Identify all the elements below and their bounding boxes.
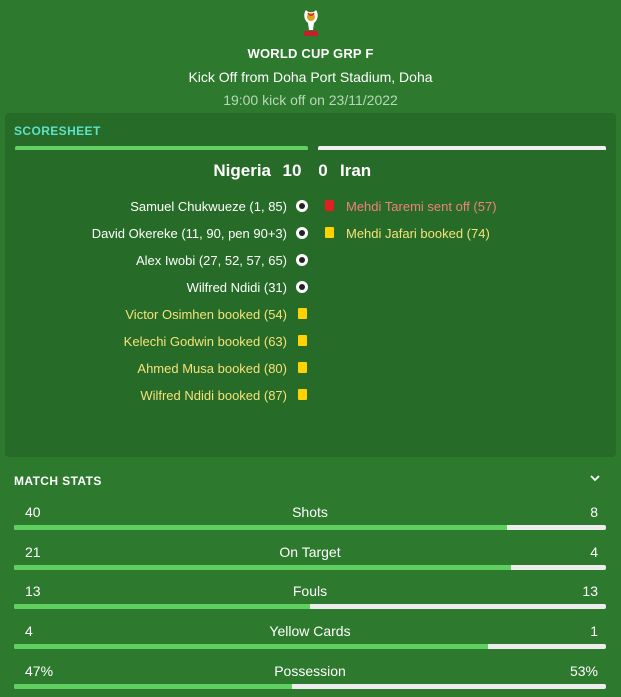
chevron-down-icon[interactable] [589,472,601,487]
event-text: Samuel Chukwueze (1, 85) [130,199,287,214]
stat-bar [14,644,606,649]
event-text: David Okereke (11, 90, pen 90+3) [91,226,287,241]
event-text: Wilfred Ndidi booked (87) [140,388,287,403]
event-text: Wilfred Ndidi (31) [186,280,287,295]
home-events-list: Samuel Chukwueze (1, 85) David Okereke (… [92,193,310,409]
away-event[interactable]: Mehdi Jafari booked (74) [323,220,497,247]
stat-bar [14,604,606,609]
home-event[interactable]: David Okereke (11, 90, pen 90+3) [92,220,310,247]
away-score: 0 [318,161,328,180]
ball-icon [296,280,310,295]
match-overview: WORLD CUP GRP F Kick Off from Doha Port … [0,0,621,697]
event-text: Mehdi Jafari booked (74) [346,226,490,241]
ball-icon [296,226,310,241]
home-event[interactable]: Alex Iwobi (27, 52, 57, 65) [92,247,310,274]
event-text: Mehdi Taremi sent off (57) [346,199,497,214]
stat-bar [14,525,606,530]
ball-icon [296,253,310,268]
stat-bar-fill [14,525,508,530]
scoresheet-title: SCORESHEET [14,124,101,138]
stat-row-shots: 40 Shots 8 [14,504,606,540]
stat-away-value: 4 [590,544,598,560]
event-text: Alex Iwobi (27, 52, 57, 65) [135,253,287,268]
world-cup-trophy-icon [304,10,318,36]
stat-row-possession: 47% Possession 53% [14,663,606,697]
scoresheet-panel: SCORESHEET Nigeria 10 0 Iran Samuel Chuk… [5,113,616,457]
stat-away-value: 13 [582,583,598,599]
away-team-name[interactable]: Iran [340,161,371,181]
venue-text: Kick Off from Doha Port Stadium, Doha [188,69,433,85]
yellow-card-icon [296,361,310,376]
stat-bar-fill [14,644,488,649]
match-stats-title: MATCH STATS [14,474,102,488]
stat-bar-fill [14,684,293,689]
stat-row-fouls: 13 Fouls 13 [14,583,606,619]
home-team-name[interactable]: Nigeria [213,161,271,181]
event-text: Kelechi Godwin booked (63) [123,334,287,349]
home-team-color-bar [15,146,308,150]
stat-label: Fouls [292,583,328,599]
ball-icon [296,199,310,214]
event-text: Ahmed Musa booked (80) [137,361,287,376]
event-text: Victor Osimhen booked (54) [125,307,287,322]
stat-label: Possession [274,663,346,679]
home-event[interactable]: Wilfred Ndidi (31) [92,274,310,301]
home-event[interactable]: Wilfred Ndidi booked (87) [92,382,310,409]
home-event[interactable]: Ahmed Musa booked (80) [92,355,310,382]
red-card-icon [323,199,337,214]
kickoff-text: 19:00 kick off on 23/11/2022 [223,92,398,108]
yellow-card-icon [296,388,310,403]
stat-bar-fill [14,604,310,609]
stat-label: Yellow Cards [269,623,351,639]
away-team-color-bar [318,146,606,150]
home-event[interactable]: Victor Osimhen booked (54) [92,301,310,328]
stat-bar [14,684,606,689]
stat-away-value: 8 [590,504,598,520]
yellow-card-icon [323,226,337,241]
yellow-card-icon [296,334,310,349]
stat-away-value: 1 [590,623,598,639]
home-score: 10 [282,161,302,180]
home-event[interactable]: Kelechi Godwin booked (63) [92,328,310,355]
yellow-card-icon [296,307,310,322]
stat-label: On Target [279,544,341,560]
stat-row-yellow-cards: 4 Yellow Cards 1 [14,623,606,659]
stat-away-value: 53% [569,663,598,679]
stat-bar-fill [14,565,512,570]
home-event[interactable]: Samuel Chukwueze (1, 85) [92,193,310,220]
stat-row-on-target: 21 On Target 4 [14,544,606,580]
competition-title: WORLD CUP GRP F [247,46,374,61]
stat-label: Shots [292,504,328,520]
match-header: WORLD CUP GRP F Kick Off from Doha Port … [0,0,621,112]
away-event[interactable]: Mehdi Taremi sent off (57) [323,193,497,220]
away-events-list: Mehdi Taremi sent off (57) Mehdi Jafari … [323,193,497,247]
stat-bar [14,565,606,570]
